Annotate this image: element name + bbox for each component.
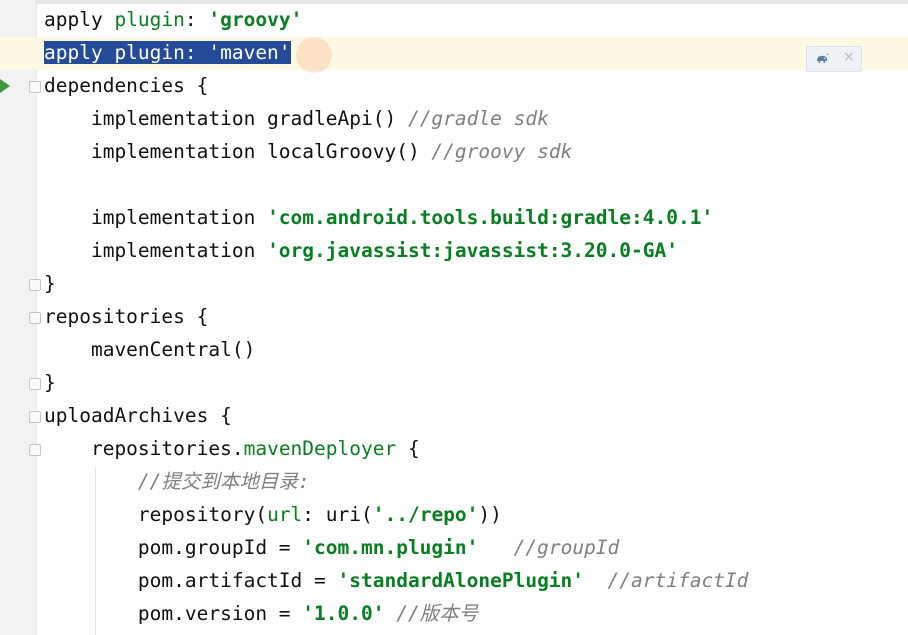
code-line-text[interactable]: implementation 'com.android.tools.build:…: [44, 205, 713, 231]
fold-marker-icon[interactable]: [29, 81, 41, 93]
code-token: repositories {: [44, 305, 209, 328]
code-token: apply: [44, 8, 115, 31]
code-token: plugin: [114, 8, 185, 31]
code-token: pom.artifactId =: [44, 569, 338, 592]
code-line-text[interactable]: //提交到本地目录:: [44, 469, 310, 495]
fold-marker-icon[interactable]: [29, 378, 41, 390]
code-string: 'standardAlonePlugin': [337, 569, 585, 592]
code-line-text[interactable]: mavenCentral(): [44, 337, 255, 363]
code-line-text[interactable]: pom.groupId = 'com.mn.plugin' //groupId: [44, 535, 619, 561]
code-token: implementation gradleApi(): [44, 107, 408, 130]
code-line[interactable]: uploadArchives {: [0, 400, 908, 433]
code-line-text[interactable]: pom.artifactId = 'standardAlonePlugin' /…: [44, 568, 749, 594]
gradle-elephant-icon[interactable]: [815, 52, 829, 66]
code-token: uploadArchives {: [44, 404, 232, 427]
code-line[interactable]: implementation 'com.android.tools.build:…: [0, 202, 908, 235]
code-line[interactable]: apply plugin: 'groovy': [0, 4, 908, 37]
code-line[interactable]: pom.artifactId = 'standardAlonePlugin' /…: [0, 565, 908, 598]
close-icon[interactable]: ×: [843, 49, 855, 65]
code-line[interactable]: implementation localGroovy() //groovy sd…: [0, 136, 908, 169]
code-line[interactable]: repositories {: [0, 301, 908, 334]
code-line-text[interactable]: uploadArchives {: [44, 403, 232, 429]
code-line[interactable]: [0, 169, 908, 202]
code-token: {: [396, 437, 420, 460]
code-comment: //groovy sdk: [431, 140, 573, 163]
code-comment: //版本号: [396, 602, 479, 625]
code-line[interactable]: repository(url: uri('../repo')): [0, 499, 908, 532]
code-string: '1.0.0': [302, 602, 385, 625]
code-line-text[interactable]: repositories.mavenDeployer {: [44, 436, 420, 462]
code-line[interactable]: mavenCentral(): [0, 334, 908, 367]
code-line-text[interactable]: pom.version = '1.0.0' //版本号: [44, 601, 478, 627]
code-string: 'groovy': [208, 8, 303, 31]
code-token: implementation: [44, 206, 268, 229]
code-token: implementation localGroovy(): [44, 140, 432, 163]
code-line-text[interactable]: }: [44, 370, 56, 396]
code-line-text[interactable]: }: [44, 271, 56, 297]
code-string: '../repo': [372, 503, 479, 526]
code-line[interactable]: apply plugin: 'maven': [0, 37, 908, 70]
fold-marker-icon[interactable]: [29, 312, 41, 324]
code-token: pom.groupId =: [44, 536, 303, 559]
fold-marker-icon[interactable]: [29, 444, 41, 456]
code-comment: //gradle sdk: [407, 107, 549, 130]
code-string: 'com.mn.plugin': [302, 536, 479, 559]
code-line[interactable]: pom.version = '1.0.0' //版本号: [0, 598, 908, 631]
code-line-text[interactable]: apply plugin: 'groovy': [44, 7, 302, 33]
code-token: mavenCentral(): [44, 338, 256, 361]
code-line-text[interactable]: dependencies {: [44, 73, 208, 99]
fold-marker-icon[interactable]: [29, 411, 41, 423]
code-token: }: [44, 272, 56, 295]
code-string: 'org.javassist:javassist:3.20.0-GA': [267, 239, 678, 262]
code-line-text[interactable]: repository(url: uri('../repo')): [44, 502, 502, 528]
code-token: apply plugin: 'maven': [44, 41, 291, 64]
code-editor[interactable]: apply plugin: 'groovy' apply plugin: 'mav…: [0, 0, 908, 635]
code-line[interactable]: }: [0, 268, 908, 301]
code-token: : uri(: [302, 503, 373, 526]
code-token: mavenDeployer: [243, 437, 397, 460]
code-token: pom.version =: [44, 602, 303, 625]
code-line[interactable]: implementation 'org.javassist:javassist:…: [0, 235, 908, 268]
code-token: repository(: [44, 503, 268, 526]
code-line[interactable]: //提交到本地目录:: [0, 466, 908, 499]
code-line[interactable]: pom.groupId = 'com.mn.plugin' //groupId: [0, 532, 908, 565]
code-token: :: [184, 8, 209, 31]
mouse-cursor-highlight: [296, 37, 332, 73]
code-comment: //提交到本地目录:: [137, 470, 310, 493]
gradle-sync-popup[interactable]: ×: [806, 46, 862, 72]
code-token: repositories.: [44, 437, 244, 460]
code-line[interactable]: }: [0, 367, 908, 400]
code-token: dependencies {: [44, 74, 209, 97]
fold-marker-icon[interactable]: [29, 279, 41, 291]
code-line-text[interactable]: apply plugin: 'maven': [44, 40, 291, 66]
code-string: 'com.android.tools.build:gradle:4.0.1': [267, 206, 714, 229]
code-comment: //groupId: [513, 536, 620, 559]
code-token: url: [267, 503, 303, 526]
indent-guide: [95, 467, 96, 635]
code-token: }: [44, 371, 56, 394]
code-line-text[interactable]: implementation localGroovy() //groovy sd…: [44, 139, 572, 165]
code-line[interactable]: dependencies {: [0, 70, 908, 103]
code-line-text[interactable]: repositories {: [44, 304, 208, 330]
code-token: implementation: [44, 239, 268, 262]
code-line-text[interactable]: implementation gradleApi() //gradle sdk: [44, 106, 549, 132]
code-token: )): [478, 503, 502, 526]
code-line-text[interactable]: implementation 'org.javassist:javassist:…: [44, 238, 678, 264]
code-line[interactable]: implementation gradleApi() //gradle sdk: [0, 103, 908, 136]
code-line[interactable]: repositories.mavenDeployer {: [0, 433, 908, 466]
code-comment: //artifactId: [607, 569, 749, 592]
